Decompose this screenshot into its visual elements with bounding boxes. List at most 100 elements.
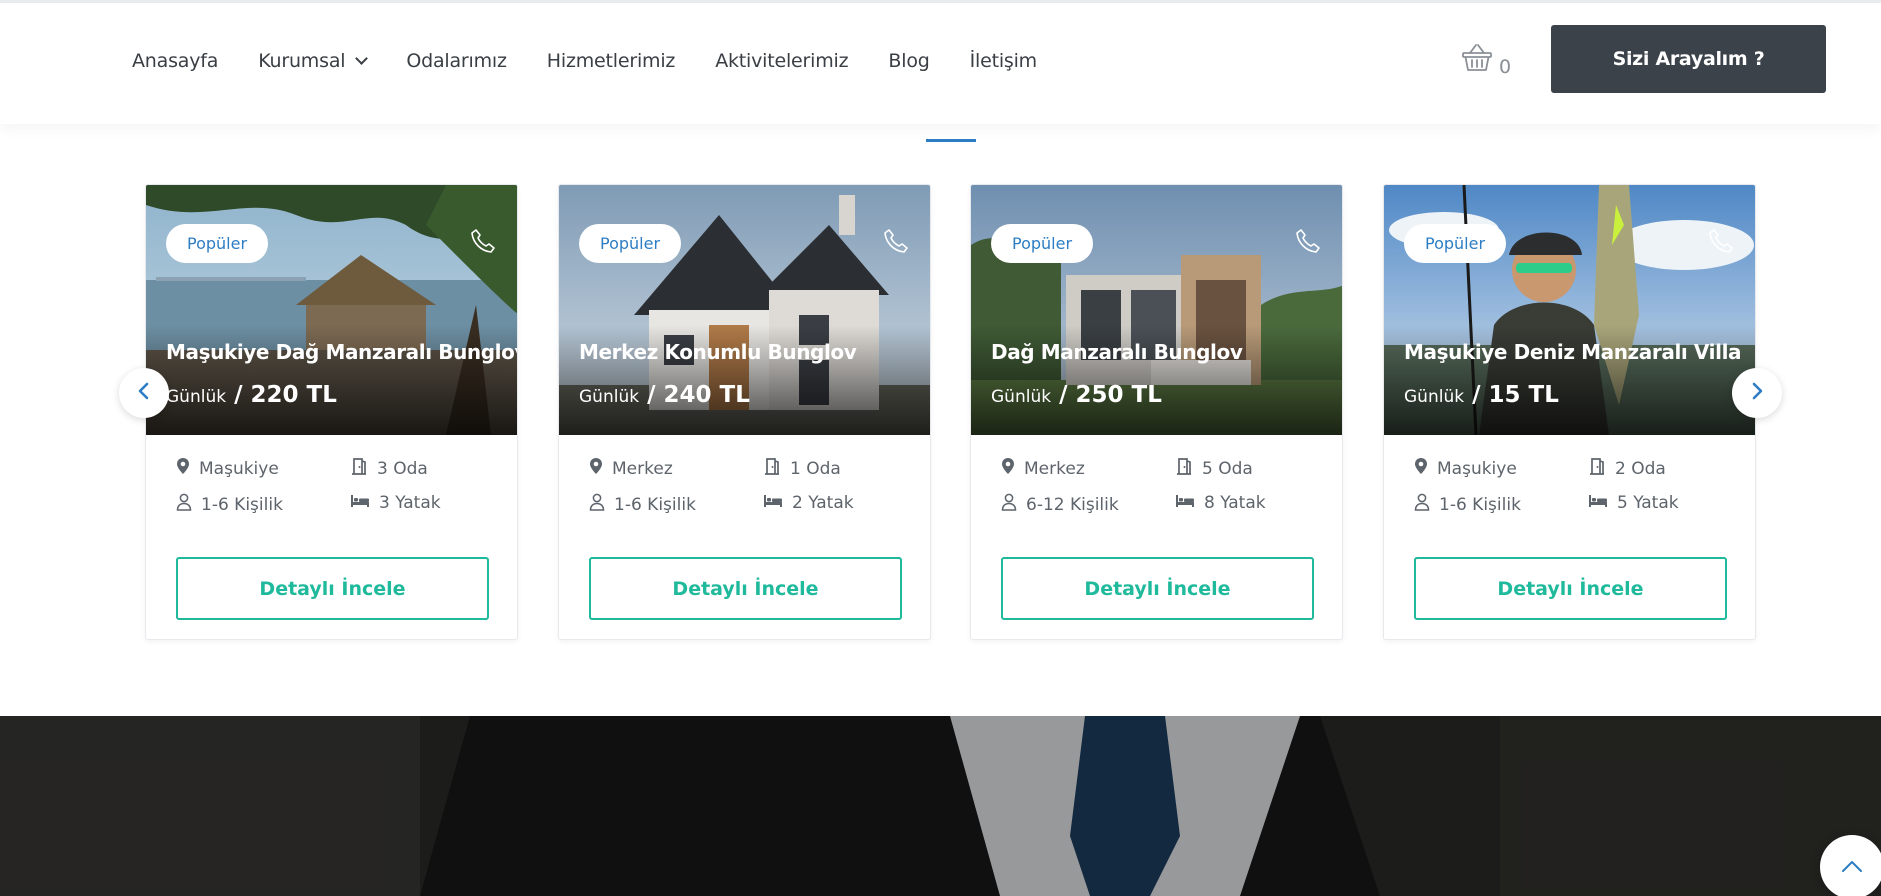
bed-icon [1175, 493, 1195, 513]
chevron-down-icon [355, 52, 369, 65]
phone-icon[interactable] [1294, 227, 1322, 255]
property-price: Günlük / 220 TL [166, 382, 337, 408]
callback-button[interactable]: Sizi Arayalım ? [1551, 25, 1826, 93]
chevron-right-icon [1750, 382, 1764, 404]
nav-item-corporate[interactable]: Kurumsal [258, 50, 369, 72]
phone-icon[interactable] [882, 227, 910, 255]
beds-text: 2 Yatak [792, 493, 854, 513]
nav-item-label: Kurumsal [258, 50, 346, 72]
details-button[interactable]: Detaylı İncele [176, 557, 489, 620]
rooms-info: 1 Oda [763, 457, 841, 480]
nav-item-label: Anasayfa [132, 50, 219, 72]
nav-item-home[interactable]: Anasayfa [132, 50, 218, 72]
rooms-text: 3 Oda [377, 458, 428, 479]
door-icon [1588, 457, 1606, 480]
price-value: / 15 TL [1472, 382, 1559, 408]
location-info: Merkez [1001, 457, 1085, 480]
price-unit: Günlük [166, 387, 227, 407]
main-nav: Anasayfa Kurumsal Odalarımız Hizmetlerim… [132, 48, 1037, 74]
beds-text: 8 Yatak [1204, 493, 1266, 513]
details-button[interactable]: Detaylı İncele [1414, 557, 1727, 620]
property-price: Günlük / 250 TL [991, 382, 1162, 408]
rooms-info: 3 Oda [350, 457, 428, 480]
user-icon [1414, 493, 1430, 516]
beds-text: 3 Yatak [379, 493, 441, 513]
beds-info: 2 Yatak [763, 493, 854, 513]
cart-count: 0 [1499, 56, 1512, 78]
price-value: / 250 TL [1059, 382, 1162, 408]
details-button[interactable]: Detaylı İncele [1001, 557, 1314, 620]
nav-item-blog[interactable]: Blog [888, 50, 929, 72]
rooms-text: 5 Oda [1202, 458, 1253, 479]
details-button[interactable]: Detaylı İncele [589, 557, 902, 620]
chevron-up-icon [1841, 858, 1863, 877]
property-card: Popüler Merkez Konumlu Bunglov Günlük / … [558, 184, 931, 640]
user-icon [176, 493, 192, 516]
carousel-prev-button[interactable] [119, 368, 169, 418]
nav-item-contact[interactable]: İletişim [969, 50, 1038, 72]
section-title-underline [926, 139, 976, 142]
phone-icon[interactable] [469, 227, 497, 255]
rooms-text: 1 Oda [790, 458, 841, 479]
guests-info: 1-6 Kişilik [176, 493, 283, 516]
phone-icon[interactable] [1707, 227, 1735, 255]
beds-info: 3 Yatak [350, 493, 441, 513]
property-title[interactable]: Maşukiye Deniz Manzaralı Villa [1404, 340, 1742, 364]
property-card: Popüler Maşukiye Deniz Manzaralı Villa G… [1383, 184, 1756, 640]
popular-badge: Popüler [991, 224, 1094, 263]
door-icon [1175, 457, 1193, 480]
property-title[interactable]: Merkez Konumlu Bunglov [579, 340, 857, 364]
nav-item-rooms[interactable]: Odalarımız [406, 50, 507, 72]
location-info: Maşukiye [176, 457, 279, 480]
nav-item-label: Hizmetlerimiz [546, 50, 676, 72]
guests-info: 6-12 Kişilik [1001, 493, 1119, 516]
price-unit: Günlük [579, 387, 640, 407]
scroll-to-top-button[interactable] [1820, 835, 1881, 896]
property-title[interactable]: Dağ Manzaralı Bunglov [991, 340, 1243, 364]
site-header: Anasayfa Kurumsal Odalarımız Hizmetlerim… [0, 3, 1881, 124]
location-info: Merkez [589, 457, 673, 480]
bed-icon [350, 493, 370, 513]
guests-text: 6-12 Kişilik [1026, 494, 1119, 515]
guests-text: 1-6 Kişilik [1439, 494, 1521, 515]
property-card: Popüler Dağ Manzaralı Bunglov Günlük / 2… [970, 184, 1343, 640]
property-image[interactable]: Popüler Dağ Manzaralı Bunglov Günlük / 2… [971, 185, 1342, 435]
popular-badge: Popüler [1404, 224, 1507, 263]
rooms-info: 2 Oda [1588, 457, 1666, 480]
location-text: Maşukiye [199, 458, 279, 479]
nav-item-label: İletişim [969, 50, 1038, 72]
user-icon [1001, 493, 1017, 516]
rooms-info: 5 Oda [1175, 457, 1253, 480]
bed-icon [1588, 493, 1608, 513]
property-image[interactable]: Popüler Maşukiye Deniz Manzaralı Villa G… [1384, 185, 1755, 435]
testimonial-background [0, 716, 1881, 896]
property-image[interactable]: Popüler Maşukiye Dağ Manzaralı Bunglov G… [146, 185, 517, 435]
popular-badge: Popüler [166, 224, 269, 263]
beds-text: 5 Yatak [1617, 493, 1679, 513]
basket-icon [1461, 41, 1493, 77]
nav-item-activities[interactable]: Aktivitelerimiz [715, 50, 848, 72]
guests-text: 1-6 Kişilik [614, 494, 696, 515]
popular-badge: Popüler [579, 224, 682, 263]
nav-item-label: Blog [888, 50, 930, 72]
property-card: Popüler Maşukiye Dağ Manzaralı Bunglov G… [145, 184, 518, 640]
carousel-next-button[interactable] [1732, 368, 1782, 418]
beds-info: 8 Yatak [1175, 493, 1266, 513]
property-title[interactable]: Maşukiye Dağ Manzaralı Bunglov [166, 340, 517, 364]
price-unit: Günlük [1404, 387, 1465, 407]
price-value: / 220 TL [234, 382, 337, 408]
location-text: Merkez [1024, 458, 1085, 479]
price-value: / 240 TL [647, 382, 750, 408]
location-text: Merkez [612, 458, 673, 479]
cart-button[interactable]: 0 [1461, 41, 1511, 77]
door-icon [350, 457, 368, 480]
location-text: Maşukiye [1437, 458, 1517, 479]
rooms-text: 2 Oda [1615, 458, 1666, 479]
property-image[interactable]: Popüler Merkez Konumlu Bunglov Günlük / … [559, 185, 930, 435]
beds-info: 5 Yatak [1588, 493, 1679, 513]
user-icon [589, 493, 605, 516]
nav-item-services[interactable]: Hizmetlerimiz [546, 50, 676, 72]
bed-icon [763, 493, 783, 513]
location-info: Maşukiye [1414, 457, 1517, 480]
chevron-left-icon [137, 382, 151, 404]
